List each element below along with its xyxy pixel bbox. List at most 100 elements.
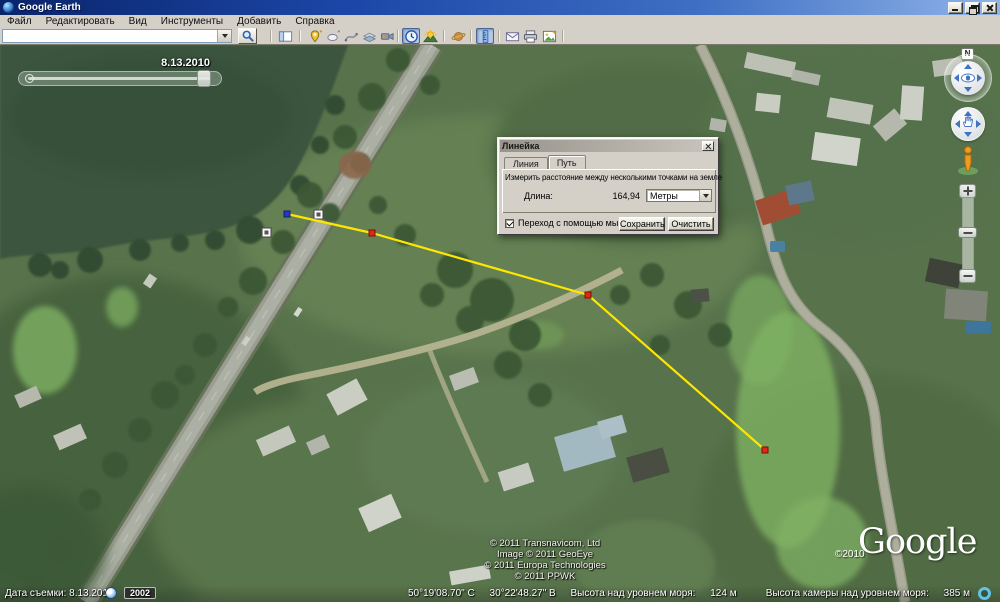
close-button[interactable] [982, 1, 997, 14]
eye-icon [961, 73, 975, 83]
menu-view[interactable]: Вид [122, 15, 154, 28]
measurement-point[interactable] [368, 229, 376, 237]
status-clock-icon[interactable] [105, 587, 117, 599]
hand-icon [961, 115, 975, 134]
satellite-imagery [0, 45, 1000, 602]
search-combo [2, 29, 232, 43]
menu-bar: Файл Редактировать Вид Инструменты Добав… [0, 15, 1000, 28]
toolbar [0, 28, 1000, 45]
unit-dropdown-button[interactable] [699, 190, 711, 201]
ruler-dialog-close-icon[interactable] [702, 141, 714, 151]
map-view[interactable]: 8.13.2010 Линейка Линия Путь Измерить ра… [0, 45, 1000, 602]
image-noise [0, 45, 1000, 602]
look-joystick[interactable] [944, 54, 992, 102]
status-longitude: 30°22'48.27" В [489, 588, 556, 599]
restore-button[interactable] [965, 1, 980, 15]
minimize-button[interactable] [948, 1, 963, 14]
clear-button[interactable]: Очистить [668, 217, 714, 231]
pegman-icon[interactable] [957, 145, 979, 175]
status-latitude: 50°19'08.70" С [408, 588, 475, 599]
sidebar-toggle-button[interactable] [276, 28, 294, 44]
zoom-out-button[interactable] [959, 269, 976, 283]
move-right-arrow-icon[interactable] [976, 120, 981, 128]
ruler-button[interactable] [476, 28, 494, 44]
sunlight-button[interactable] [421, 28, 439, 44]
search-button[interactable] [238, 28, 257, 44]
printer-icon [523, 29, 537, 43]
copyright-block: © 2011 Transnavicom, Ltd Image © 2011 Ge… [375, 538, 715, 582]
mouse-nav-option[interactable]: Переход с помощью мыши [505, 218, 631, 228]
status-camera-value: 385 м [943, 588, 970, 599]
status-coordinates: 50°19'08.70" С 30°22'48.27" В Высота над… [408, 588, 749, 599]
ruler-dialog: Линейка Линия Путь Измерить расстояние м… [497, 137, 722, 235]
ruler-tab-panel: Измерить расстояние между несколькими то… [502, 169, 722, 213]
save-button[interactable]: Сохранить [619, 217, 665, 231]
record-tour-icon [380, 32, 394, 40]
sidebar-icon [278, 30, 292, 42]
time-slider[interactable] [18, 70, 222, 87]
search-input[interactable] [3, 30, 217, 42]
planets-button[interactable] [449, 28, 467, 44]
tab-line[interactable]: Линия [504, 157, 548, 169]
menu-edit[interactable]: Редактировать [39, 15, 122, 28]
status-year-badge[interactable]: 2002 [124, 587, 157, 599]
measurement-point[interactable] [584, 291, 592, 299]
email-button[interactable] [503, 28, 521, 44]
look-left-arrow-icon[interactable] [954, 74, 959, 82]
menu-tools[interactable]: Инструменты [154, 15, 230, 28]
placemark-icon [310, 29, 322, 42]
copyright-line: Image © 2011 GeoEye [496, 549, 594, 560]
look-down-arrow-icon[interactable] [964, 87, 972, 92]
image-overlay-icon [362, 32, 376, 42]
search-dropdown-button[interactable] [217, 30, 231, 42]
add-path-button[interactable] [342, 28, 360, 44]
imagery-date-label: 8.13.2010 [161, 57, 210, 69]
ruler-icon [482, 29, 488, 43]
length-label: Длина: [524, 191, 553, 201]
menu-add[interactable]: Добавить [230, 15, 288, 28]
email-icon [505, 31, 519, 41]
add-placemark-button[interactable] [306, 28, 324, 44]
status-camera-altitude: Высота камеры над уровнем моря: 385 м [754, 588, 970, 599]
historical-imagery-button[interactable] [402, 28, 420, 44]
zoom-slider-handle[interactable] [958, 227, 977, 238]
mouse-nav-checkbox[interactable] [505, 218, 514, 228]
google-logo: Google [858, 522, 977, 562]
measurement-end-point[interactable] [761, 446, 769, 454]
ruler-description: Измерить расстояние между несколькими то… [505, 173, 722, 182]
google-earth-window: Google Earth Файл Редактировать Вид Инст… [0, 0, 1000, 602]
save-image-button[interactable] [540, 28, 558, 44]
ruler-tabs: Линия Путь [504, 155, 586, 169]
measurement-start-point[interactable] [283, 210, 291, 218]
look-up-arrow-icon[interactable] [964, 64, 972, 69]
time-slider-track[interactable] [28, 77, 210, 80]
save-image-icon [542, 30, 556, 42]
clock-icon [404, 29, 418, 43]
move-joystick[interactable] [951, 107, 985, 141]
menu-file[interactable]: Файл [0, 15, 39, 28]
copyright-line: © 2011 Europa Technologies [484, 560, 606, 571]
status-elevation-label: Высота над уровнем моря: [570, 588, 696, 599]
copyright-line: © 2011 Transnavicom, Ltd [489, 538, 601, 549]
zoom-in-button[interactable] [959, 184, 976, 198]
title-bar: Google Earth [0, 0, 1000, 15]
length-value: 164,94 [612, 191, 640, 201]
add-image-overlay-button[interactable] [360, 28, 378, 44]
menu-help[interactable]: Справка [288, 15, 341, 28]
window-title: Google Earth [18, 2, 81, 13]
google-earth-logo-icon [3, 2, 14, 13]
ruler-dialog-titlebar[interactable]: Линейка [500, 140, 716, 152]
add-polygon-button[interactable] [324, 28, 342, 44]
look-right-arrow-icon[interactable] [977, 74, 982, 82]
print-button[interactable] [521, 28, 539, 44]
unit-select[interactable]: Метры [646, 189, 712, 202]
status-elevation-value: 124 м [710, 588, 737, 599]
move-left-arrow-icon[interactable] [955, 120, 960, 128]
status-bar: Дата съемки: 8.13.2010 2002 50°19'08.70"… [0, 585, 1000, 602]
sun-icon [422, 29, 438, 42]
record-tour-button[interactable] [378, 28, 396, 44]
time-slider-handle[interactable] [197, 70, 211, 87]
streaming-indicator-icon [978, 587, 991, 600]
tab-path[interactable]: Путь [547, 155, 586, 169]
status-imagery-date: Дата съемки: 8.13.2010 [5, 588, 114, 599]
